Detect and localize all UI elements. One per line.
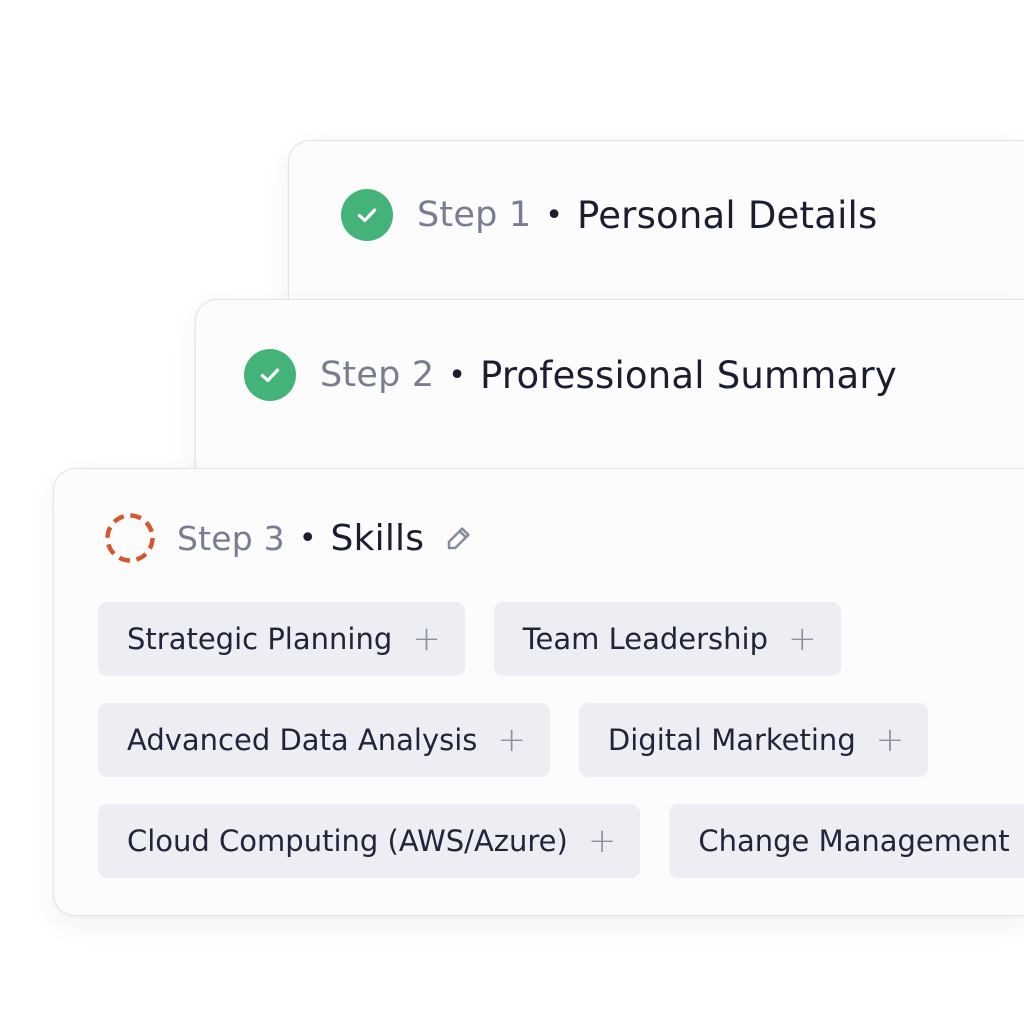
step-number: Step 3 [177, 518, 285, 558]
plus-icon[interactable]: + [497, 723, 526, 757]
step-title: Personal Details [577, 193, 878, 237]
step-header-2: Step 2 • Professional Summary [244, 349, 897, 401]
step-separator: • [298, 520, 317, 556]
step-title: Skills [330, 517, 425, 559]
skill-chip-label: Advanced Data Analysis [127, 723, 478, 757]
plus-icon[interactable]: + [588, 824, 617, 858]
step-number: Step 1 [417, 195, 532, 235]
skill-chip-label: Change Management [698, 824, 1010, 858]
step-separator: • [448, 357, 466, 393]
skill-chip[interactable]: Team Leadership + [493, 602, 841, 676]
plus-icon[interactable]: + [788, 622, 817, 656]
plus-icon[interactable]: + [412, 622, 441, 656]
step-header-1: Step 1 • Personal Details [341, 189, 878, 241]
skill-chip[interactable]: Advanced Data Analysis + [98, 703, 550, 777]
skill-chip-label: Team Leadership [522, 622, 768, 656]
step-card-3: Step 3 • Skills Strategic Planning + Tea… [53, 468, 1024, 916]
step-separator: • [545, 197, 563, 233]
skill-chip-label: Strategic Planning [127, 622, 393, 656]
skill-chip-label: Cloud Computing (AWS/Azure) [127, 824, 568, 858]
skill-chip[interactable]: Strategic Planning + [98, 602, 465, 676]
chip-row: Advanced Data Analysis + Digital Marketi… [98, 703, 1024, 777]
skill-chip[interactable]: Digital Marketing + [578, 703, 929, 777]
check-circle-icon [244, 349, 296, 401]
chip-row: Strategic Planning + Team Leadership + [98, 602, 1024, 676]
resume-builder-steps: Step 1 • Personal Details Step 2 • Profe… [0, 0, 1024, 1024]
skill-chip-label: Digital Marketing [607, 723, 856, 757]
skill-chip[interactable]: Change Management + [669, 804, 1024, 878]
skill-chip-list: Strategic Planning + Team Leadership + A… [98, 602, 1024, 905]
check-circle-icon [341, 189, 393, 241]
dashed-circle-icon [103, 511, 157, 565]
step-number: Step 2 [320, 355, 435, 395]
pencil-icon[interactable] [442, 521, 476, 555]
plus-icon[interactable]: + [876, 723, 905, 757]
chip-row: Cloud Computing (AWS/Azure) + Change Man… [98, 804, 1024, 878]
step-header-3: Step 3 • Skills [103, 511, 476, 565]
skill-chip[interactable]: Cloud Computing (AWS/Azure) + [98, 804, 641, 878]
step-title: Professional Summary [480, 353, 897, 397]
